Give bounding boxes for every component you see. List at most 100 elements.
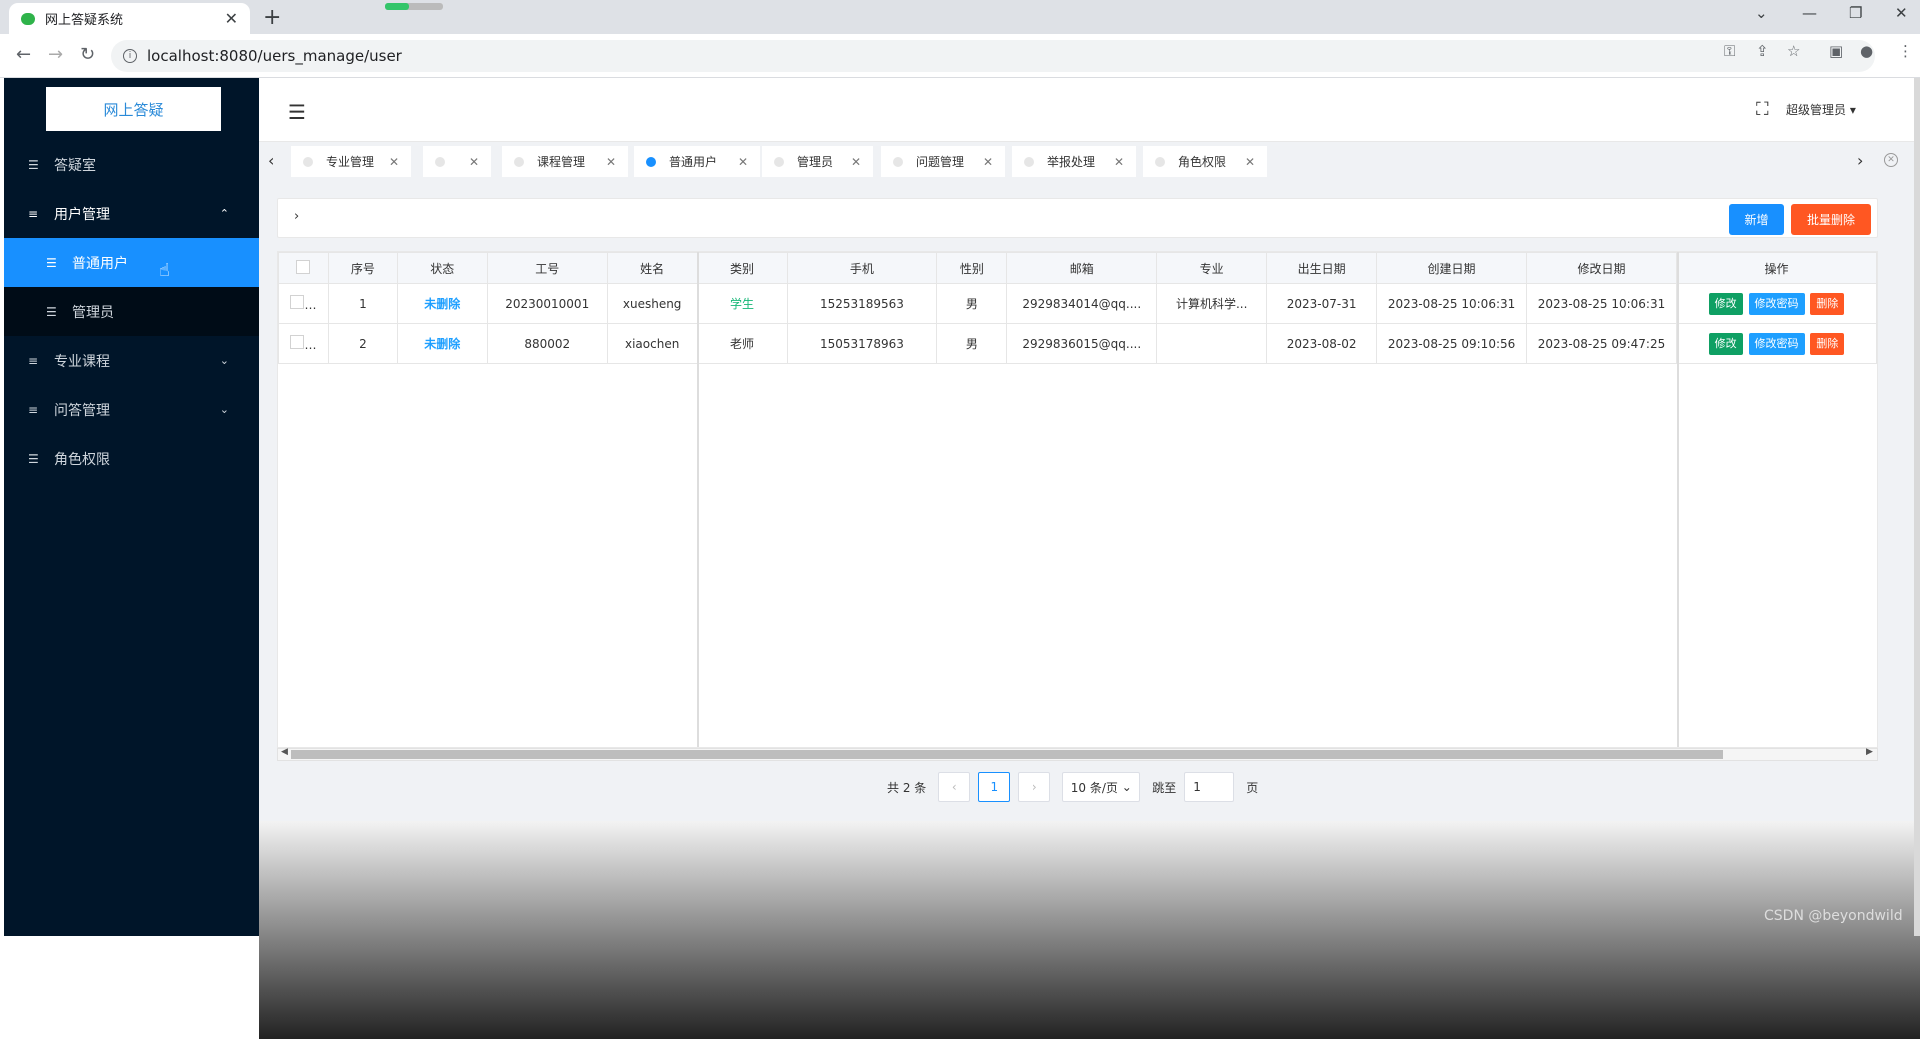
close-icon[interactable]: ✕ (1245, 155, 1255, 169)
forward-icon[interactable]: → (48, 44, 63, 65)
sidebar-item-label: 问答管理 (54, 402, 110, 419)
restore-icon[interactable]: ❐ (1849, 4, 1862, 22)
tab-roles[interactable]: 角色权限 ✕ (1143, 146, 1267, 177)
filter-icon: ☰ (28, 157, 39, 172)
page-1-button[interactable]: 1 (978, 772, 1011, 802)
cell-birth: 2023-08-02 (1266, 323, 1378, 364)
tab-label: 普通用户 (669, 155, 718, 169)
prev-page-button[interactable]: ‹ (938, 772, 971, 802)
delete-button[interactable]: 删除 (1810, 292, 1845, 315)
select-all-checkbox[interactable] (278, 252, 329, 284)
col-header: 邮箱 (1006, 252, 1158, 284)
page-edge (1914, 78, 1920, 936)
tab-course-management[interactable]: 课程管理 ✕ (502, 146, 628, 177)
jump-page-input[interactable]: 1 (1184, 772, 1235, 802)
close-all-tabs-icon[interactable]: ✕ (1884, 153, 1898, 167)
cell-major (1156, 323, 1268, 364)
close-icon[interactable]: ✕ (738, 155, 748, 169)
close-icon[interactable]: ✕ (851, 155, 861, 169)
back-icon[interactable]: ← (16, 44, 31, 65)
sidebar-item-courses[interactable]: ≡ 专业课程 ⌄ (4, 336, 259, 385)
tab-unnamed[interactable]: ✕ (423, 146, 491, 177)
menu-icon: ≡ (28, 353, 39, 368)
row-checkbox[interactable]: … (278, 283, 329, 324)
sidebar-item-label: 角色权限 (54, 451, 110, 468)
fullscreen-icon[interactable]: ⛶ (1756, 99, 1769, 120)
reload-icon[interactable]: ↻ (80, 44, 95, 65)
user-dropdown[interactable]: 超级管理员 ▾ (1786, 101, 1856, 118)
page-tabs-bar: ‹ 专业管理 ✕ ✕ 课程管理 ✕ 普通用户 ✕ 管理员 ✕ 问题管理 ✕ 举报处理 ✕ 角… (259, 141, 1920, 181)
sidebar-item-label: 专业课程 (54, 353, 110, 370)
col-header: 姓名 (606, 252, 698, 284)
minimize-icon[interactable]: — (1802, 4, 1817, 22)
col-header: 工号 (486, 252, 608, 284)
cell-actions: 修改 修改密码 删除 (1676, 283, 1877, 324)
browser-tab[interactable]: 网上答疑系统 ✕ (9, 3, 250, 34)
sidebar-item-admins[interactable]: ☰ 管理员 (4, 287, 259, 336)
close-icon[interactable]: ✕ (983, 155, 993, 169)
row-checkbox[interactable]: … (278, 323, 329, 364)
tab-label: 问题管理 (916, 155, 965, 169)
share-icon[interactable]: ⇪ (1756, 42, 1769, 60)
horizontal-scrollbar[interactable]: ◀ ▶ (277, 747, 1878, 761)
close-icon[interactable]: ✕ (469, 155, 479, 169)
scroll-left-icon[interactable]: ◀ (281, 747, 288, 757)
sidebar-item-user-management[interactable]: ≡ 用户管理 ⌃ (4, 189, 259, 238)
page-size-select[interactable]: 10 条/页 ⌄ (1062, 772, 1141, 802)
tab-question-management[interactable]: 问题管理 ✕ (881, 146, 1005, 177)
side-panel-icon[interactable]: ▣ (1829, 42, 1843, 60)
change-password-button[interactable]: 修改密码 (1748, 292, 1805, 315)
chevron-right-icon[interactable]: › (294, 209, 299, 224)
close-icon[interactable]: ✕ (1114, 155, 1124, 169)
loading-indicator (385, 3, 443, 10)
table-row[interactable]: … 1 未删除 20230010001 xuesheng 学生 15253189… (278, 283, 1877, 324)
cell-no: 2 (327, 323, 398, 364)
more-menu-icon[interactable]: ⋮ (1898, 42, 1913, 60)
batch-delete-button[interactable]: 批量删除 (1791, 204, 1871, 235)
watermark: CSDN @beyondwild (1764, 908, 1903, 924)
sidebar-item-label: 答疑室 (54, 157, 96, 174)
edit-button[interactable]: 修改 (1708, 332, 1743, 355)
scroll-right-icon[interactable]: ▶ (1866, 747, 1873, 757)
table-row[interactable]: … 2 未删除 880002 xiaochen 老师 15053178963 男… (278, 323, 1877, 364)
delete-button[interactable]: 删除 (1810, 332, 1845, 355)
tab-normal-users[interactable]: 普通用户 ✕ (634, 146, 760, 177)
new-tab-button[interactable]: + (263, 5, 281, 30)
tab-admins[interactable]: 管理员 ✕ (762, 146, 873, 177)
site-info-icon[interactable]: i (123, 49, 137, 63)
sidebar-item-qa-management[interactable]: ≡ 问答管理 ⌄ (4, 385, 259, 434)
add-button[interactable]: 新增 (1729, 204, 1784, 235)
hamburger-icon[interactable]: ☰ (288, 100, 306, 124)
tab-label: 角色权限 (1178, 155, 1227, 169)
change-password-button[interactable]: 修改密码 (1748, 332, 1805, 355)
user-table-grid: 序号 状态 工号 姓名 类别 手机 性别 邮箱 专业 出生日期 创建日期 修改日… (278, 252, 1877, 364)
key-icon[interactable]: ⚿ (1724, 42, 1735, 60)
close-icon[interactable]: ✕ (606, 155, 616, 169)
address-bar[interactable]: i localhost:8080/uers_manage/user (111, 40, 1875, 72)
content-area: › 新增 批量删除 序号 状态 工号 姓名 类别 手机 性别 邮箱 专业 出生日… (259, 181, 1920, 1039)
tab-label: 管理员 (797, 155, 834, 169)
sidebar-item-roles[interactable]: ☰ 角色权限 (4, 434, 259, 483)
tabs-scroll-right-icon[interactable]: › (1857, 151, 1863, 170)
filter-icon: ☰ (28, 451, 39, 466)
edit-button[interactable]: 修改 (1708, 292, 1743, 315)
close-tab-icon[interactable]: ✕ (225, 9, 238, 28)
profile-icon[interactable]: ● (1860, 42, 1873, 60)
sidebar-item-qa-room[interactable]: ☰ 答疑室 (4, 140, 259, 189)
next-page-button[interactable]: › (1018, 772, 1051, 802)
scrollbar-thumb[interactable] (291, 750, 1723, 759)
tab-major-management[interactable]: 专业管理 ✕ (291, 146, 411, 177)
col-header: 状态 (396, 252, 488, 284)
chevron-down-icon: ⌄ (219, 403, 229, 416)
tab-report-handling[interactable]: 举报处理 ✕ (1012, 146, 1136, 177)
close-icon[interactable]: ✕ (389, 155, 399, 169)
window-close-icon[interactable]: ✕ (1895, 4, 1908, 22)
bookmark-star-icon[interactable]: ☆ (1787, 42, 1800, 60)
col-header: 专业 (1156, 252, 1268, 284)
cell-status: 未删除 (396, 283, 488, 324)
cell-type: 老师 (696, 323, 788, 364)
tabs-scroll-left-icon[interactable]: ‹ (268, 151, 274, 170)
sidebar-item-normal-users[interactable]: ☰ 普通用户 (4, 238, 259, 287)
page-unit-label: 页 (1246, 780, 1259, 795)
tab-search-icon[interactable]: ⌄ (1755, 4, 1768, 22)
